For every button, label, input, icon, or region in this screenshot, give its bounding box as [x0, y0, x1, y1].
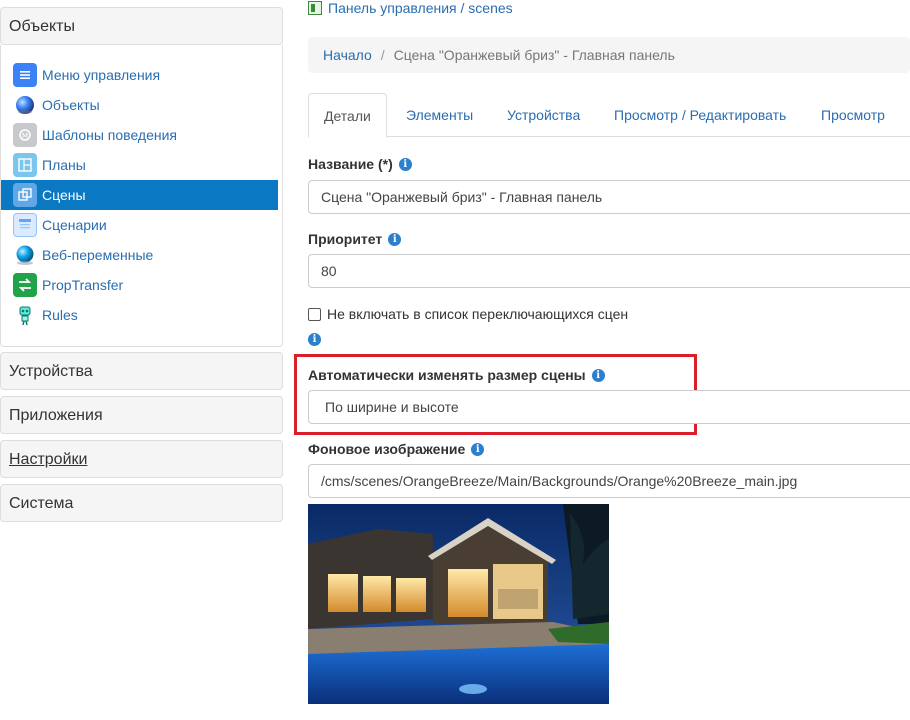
info-icon[interactable]: i	[398, 157, 412, 171]
sidebar-item-label: Веб-переменные	[42, 247, 154, 263]
background-preview-image	[308, 504, 609, 704]
sidebar-item-label: Шаблоны поведения	[42, 127, 178, 143]
autosize-label-text: Автоматически изменять размер сцены	[308, 367, 586, 383]
tab-label: Детали	[324, 107, 371, 124]
template-icon: M	[13, 123, 37, 147]
plans-icon	[13, 153, 37, 177]
sidebar-item-control-menu[interactable]: Меню управления	[1, 60, 278, 90]
breadcrumb: Начало / Сцена "Оранжевый бриз" - Главна…	[308, 37, 910, 73]
sidebar-section-settings[interactable]: Настройки	[0, 440, 283, 478]
tab-label: Просмотр	[821, 107, 885, 123]
exclude-scene-checkbox[interactable]	[308, 307, 321, 321]
sidebar-section-label: Приложения	[9, 407, 103, 424]
name-label: Название (*) i	[308, 156, 412, 172]
sidebar-section-label: Объекты	[9, 18, 75, 35]
tab-view[interactable]: Просмотр	[805, 93, 901, 137]
sidebar-item-label: Объекты	[42, 97, 100, 113]
breadcrumb-home-link[interactable]: Начало	[323, 47, 372, 63]
tab-bar: Детали Элементы Устройства Просмотр / Ре…	[308, 93, 910, 138]
sidebar-item-label: Планы	[42, 157, 86, 173]
sidebar-item-label: Сцены	[42, 187, 86, 203]
breadcrumb-separator: /	[380, 47, 385, 63]
sidebar-section-applications[interactable]: Приложения	[0, 396, 283, 434]
sidebar-section-label: Устройства	[9, 363, 93, 380]
sidebar-item-plans[interactable]: Планы	[1, 150, 278, 180]
name-input-value: Сцена "Оранжевый бриз" - Главная панель	[321, 189, 603, 205]
sidebar-item-scenes[interactable]: Сцены	[1, 180, 278, 210]
background-label-text: Фоновое изображение	[308, 441, 466, 457]
svg-text:M: M	[22, 132, 28, 140]
tab-label: Устройства	[507, 107, 581, 123]
tab-view-edit[interactable]: Просмотр / Редактировать	[598, 93, 802, 137]
autosize-select-value: По ширине и высоте	[325, 399, 459, 415]
scenes-icon	[13, 183, 37, 207]
sidebar-section-label: Настройки	[9, 451, 88, 468]
sidebar-section-devices[interactable]: Устройства	[0, 352, 283, 390]
name-input[interactable]: Сцена "Оранжевый бриз" - Главная панель	[308, 180, 910, 214]
sidebar-section-objects[interactable]: Объекты	[0, 7, 283, 45]
info-icon[interactable]: i	[471, 442, 485, 456]
exclude-scene-row: Не включать в список переключающихся сце…	[308, 306, 628, 322]
sidebar: Объекты Меню управления Объекты M Шаблон…	[0, 0, 284, 533]
sidebar-objects-list: Меню управления Объекты M Шаблоны поведе…	[0, 45, 283, 347]
background-input[interactable]: /cms/scenes/OrangeBreeze/Main/Background…	[308, 464, 910, 498]
background-input-value: /cms/scenes/OrangeBreeze/Main/Background…	[321, 473, 798, 489]
priority-label: Приоритет i	[308, 231, 402, 247]
priority-input[interactable]: 80	[308, 254, 910, 288]
priority-input-value: 80	[321, 263, 337, 279]
sidebar-item-prop-transfer[interactable]: PropTransfer	[1, 270, 278, 300]
sidebar-section-label: Система	[9, 495, 74, 512]
info-icon[interactable]: i	[591, 368, 605, 382]
control-panel-link[interactable]: Панель управления / scenes	[308, 0, 513, 16]
scripts-icon	[13, 213, 37, 237]
tab-label: Просмотр / Редактировать	[614, 107, 787, 123]
sidebar-item-label: PropTransfer	[42, 277, 124, 293]
priority-label-text: Приоритет	[308, 231, 383, 247]
background-label: Фоновое изображение i	[308, 441, 485, 457]
tab-label: Элементы	[406, 107, 474, 123]
info-icon[interactable]: i	[388, 232, 402, 246]
sidebar-item-label: Меню управления	[42, 67, 161, 83]
prop-transfer-icon	[13, 273, 37, 297]
sidebar-item-label: Rules	[42, 307, 78, 323]
tab-devices[interactable]: Устройства	[491, 93, 596, 137]
sidebar-item-rules[interactable]: Rules	[1, 300, 278, 330]
autosize-select[interactable]: По ширине и высоте	[308, 390, 910, 424]
exclude-scene-label: Не включать в список переключающихся сце…	[327, 306, 629, 322]
control-panel-link-label: Панель управления / scenes	[328, 0, 513, 16]
info-icon[interactable]: i	[308, 333, 321, 346]
sidebar-item-scripts[interactable]: Сценарии	[1, 210, 278, 240]
globe-icon	[13, 93, 37, 117]
menu-icon	[13, 63, 37, 87]
sidebar-section-system[interactable]: Система	[0, 484, 283, 522]
sidebar-item-web-variables[interactable]: Веб-переменные	[1, 240, 278, 270]
breadcrumb-current: Сцена "Оранжевый бриз" - Главная панель	[393, 47, 675, 63]
name-label-text: Название (*)	[308, 156, 393, 172]
robot-icon	[13, 303, 37, 327]
sidebar-item-label: Сценарии	[42, 217, 107, 233]
sidebar-item-behavior-templates[interactable]: M Шаблоны поведения	[1, 120, 278, 150]
tab-details[interactable]: Детали	[308, 93, 387, 138]
tab-elements[interactable]: Элементы	[390, 93, 489, 137]
autosize-label: Автоматически изменять размер сцены i	[308, 367, 605, 383]
web-globe-icon	[13, 243, 37, 267]
sidebar-item-objects[interactable]: Объекты	[1, 90, 278, 120]
control-panel-icon	[308, 1, 322, 15]
